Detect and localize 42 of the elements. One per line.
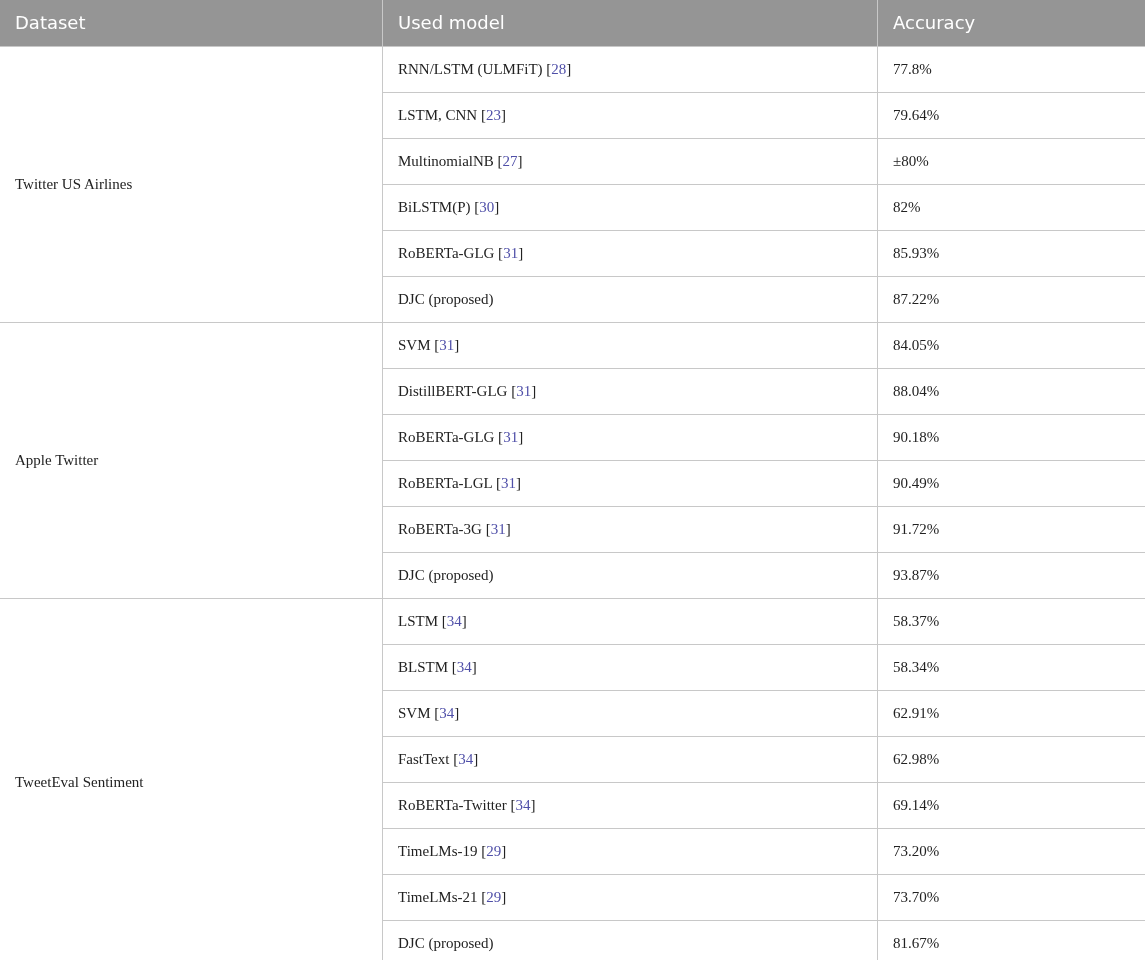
reference-link[interactable]: 27 — [502, 152, 518, 169]
reference-link[interactable]: 34 — [458, 750, 474, 767]
model-cell: LSTM, CNN [23] — [382, 92, 878, 138]
model-cell: RoBERTa-3G [31] — [382, 506, 878, 552]
model-cell: DJC (proposed) — [382, 276, 878, 322]
model-cell: MultinomialNB [27] — [382, 138, 878, 184]
column-header: Used model — [382, 0, 878, 46]
model-cell: BLSTM [34] — [382, 644, 878, 690]
model-cell: RoBERTa-Twitter [34] — [382, 782, 878, 828]
model-cell: FastText [34] — [382, 736, 878, 782]
column-header: Accuracy — [877, 0, 1145, 46]
column-header: Dataset — [0, 0, 383, 46]
model-cell: TimeLMs-21 [29] — [382, 874, 878, 920]
reference-link[interactable]: 34 — [446, 612, 462, 629]
reference-link[interactable]: 31 — [503, 244, 519, 261]
model-cell: LSTM [34] — [382, 598, 878, 644]
reference-link[interactable]: 23 — [485, 106, 501, 123]
model-cell: SVM [31] — [382, 322, 878, 368]
model-cell: RNN/LSTM (ULMFiT) [28] — [382, 46, 878, 92]
model-cell: BiLSTM(P) [30] — [382, 184, 878, 230]
accuracy-cell: 77.8% — [877, 46, 1145, 92]
dataset-cell: Apple Twitter — [0, 322, 383, 598]
reference-link[interactable]: 31 — [500, 474, 516, 491]
reference-link[interactable]: 31 — [516, 382, 532, 399]
dataset-cell: Twitter US Airlines — [0, 46, 383, 322]
reference-link[interactable]: 34 — [456, 658, 472, 675]
reference-link[interactable]: 28 — [551, 60, 567, 77]
model-cell: RoBERTa-GLG [31] — [382, 414, 878, 460]
reference-link[interactable]: 34 — [515, 796, 531, 813]
model-cell: RoBERTa-LGL [31] — [382, 460, 878, 506]
reference-link[interactable]: 34 — [439, 704, 455, 721]
reference-link[interactable]: 29 — [486, 842, 502, 859]
model-cell: SVM [34] — [382, 690, 878, 736]
model-cell: TimeLMs-19 [29] — [382, 828, 878, 874]
model-cell: DistillBERT-GLG [31] — [382, 368, 878, 414]
reference-link[interactable]: 31 — [490, 520, 506, 537]
model-cell: RoBERTa-GLG [31] — [382, 230, 878, 276]
reference-link[interactable]: 31 — [503, 428, 519, 445]
reference-link[interactable]: 31 — [439, 336, 455, 353]
reference-link[interactable]: 29 — [486, 888, 502, 905]
reference-link[interactable]: 30 — [479, 198, 495, 215]
model-cell: DJC (proposed) — [382, 552, 878, 598]
